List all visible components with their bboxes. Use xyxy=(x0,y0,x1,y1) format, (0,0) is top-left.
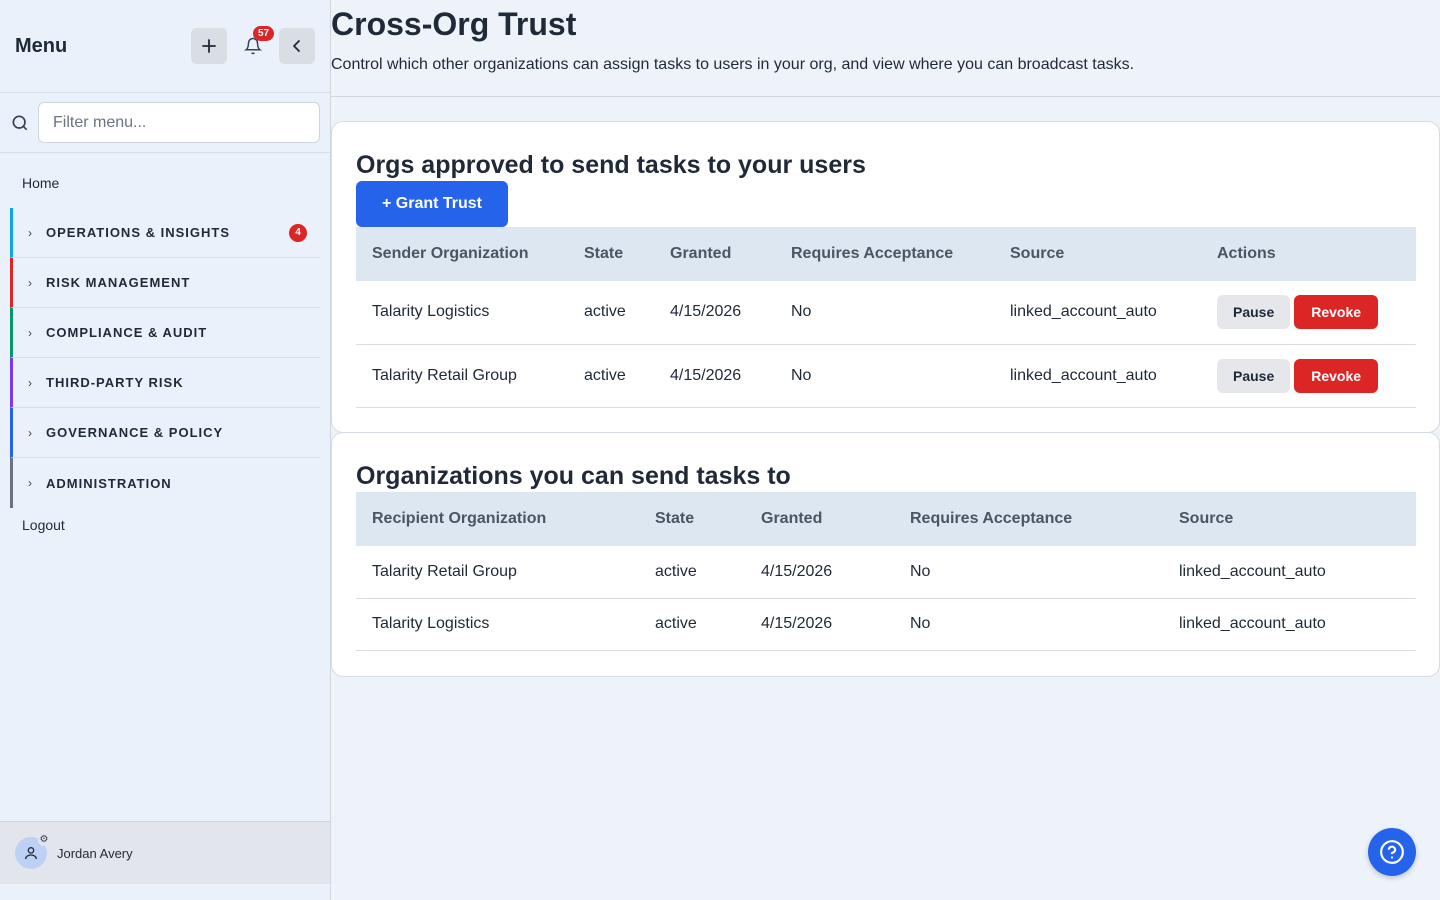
revoke-button[interactable]: Revoke xyxy=(1294,358,1379,393)
nav-section-label: ADMINISTRATION xyxy=(46,475,172,491)
column-header: Source xyxy=(1179,510,1234,527)
filter-menu-input[interactable] xyxy=(38,102,320,143)
nav-section-compliance-audit[interactable]: › COMPLIANCE & AUDIT xyxy=(10,308,320,358)
outbound-trust-title: Organizations you can send tasks to xyxy=(356,462,791,490)
main-content: Cross-Org Trust Control which other orga… xyxy=(331,0,1440,900)
granted-cell: 4/15/2026 xyxy=(654,344,775,408)
column-header: Sender Organization xyxy=(372,245,529,262)
nav-home[interactable]: Home xyxy=(0,153,330,208)
column-header: Granted xyxy=(761,510,823,527)
user-icon xyxy=(25,847,37,860)
actions-cell: Pause Revoke xyxy=(1201,281,1416,345)
granted-cell: 4/15/2026 xyxy=(745,598,894,651)
gear-icon: ⚙ xyxy=(38,834,50,846)
chevron-right-icon: › xyxy=(28,225,32,240)
pause-button[interactable]: Pause xyxy=(1217,295,1291,330)
chevron-right-icon: › xyxy=(28,425,32,440)
column-header: Requires Acceptance xyxy=(791,245,954,262)
notification-count-badge: 57 xyxy=(253,26,275,41)
recipient-org-cell: Talarity Logistics xyxy=(356,598,639,651)
nav-section-count-badge: 4 xyxy=(289,223,307,242)
requires-acceptance-cell: No xyxy=(775,281,994,345)
nav-section-label: RISK MANAGEMENT xyxy=(46,275,191,290)
table-row: Talarity Retail Group active 4/15/2026 N… xyxy=(356,546,1416,599)
nav-section-label: COMPLIANCE & AUDIT xyxy=(46,325,208,340)
column-header: State xyxy=(655,510,695,527)
user-profile[interactable]: ⚙ Jordan Avery xyxy=(0,821,330,884)
help-icon xyxy=(1380,840,1404,864)
table-header-row: Sender Organization State Granted Requir… xyxy=(356,227,1416,281)
actions-cell: Pause Revoke xyxy=(1201,344,1416,408)
chevron-right-icon: › xyxy=(28,275,32,290)
collapse-sidebar-button[interactable] xyxy=(279,28,315,64)
requires-acceptance-cell: No xyxy=(894,546,1163,599)
sidebar-title: Menu xyxy=(15,34,68,57)
revoke-button[interactable]: Revoke xyxy=(1294,295,1379,330)
page-title: Cross-Org Trust xyxy=(331,6,577,42)
nav-logout[interactable]: Logout xyxy=(0,514,330,536)
sidebar-actions: 57 xyxy=(191,26,315,64)
chevron-right-icon: › xyxy=(28,476,32,490)
sidebar-header: Menu 57 xyxy=(0,0,330,93)
help-button[interactable] xyxy=(1368,828,1416,876)
nav-section-label: THIRD-PARTY RISK xyxy=(46,375,184,390)
chevron-right-icon: › xyxy=(28,375,32,390)
notifications-button[interactable]: 57 xyxy=(235,26,275,64)
page-subtitle: Control which other organizations can as… xyxy=(331,56,1135,73)
column-header: Recipient Organization xyxy=(372,510,547,527)
recipient-org-cell: Talarity Retail Group xyxy=(356,546,639,599)
grant-trust-button[interactable]: + Grant Trust xyxy=(356,181,508,227)
state-cell: active xyxy=(568,281,654,345)
column-header: State xyxy=(584,245,624,262)
table-row: Talarity Retail Group active 4/15/2026 N… xyxy=(356,344,1416,408)
nav-section-governance-policy[interactable]: › GOVERNANCE & POLICY xyxy=(10,408,320,458)
pause-button[interactable]: Pause xyxy=(1217,358,1291,393)
nav-section-third-party-risk[interactable]: › THIRD-PARTY RISK xyxy=(10,358,320,408)
plus-icon xyxy=(202,39,216,53)
search-icon xyxy=(12,115,28,130)
inbound-trust-card: Orgs approved to send tasks to your user… xyxy=(331,121,1440,433)
sidebar-search xyxy=(0,93,330,153)
granted-cell: 4/15/2026 xyxy=(654,281,775,345)
outbound-trust-card: Organizations you can send tasks to Reci… xyxy=(331,432,1440,677)
sidebar: Menu 57 Filter menu... Home › OPERATIONS… xyxy=(0,0,331,900)
page-header: Cross-Org Trust Control which other orga… xyxy=(331,0,1440,97)
table-header-row: Recipient Organization State Granted Req… xyxy=(356,492,1416,546)
state-cell: active xyxy=(568,344,654,408)
chevron-left-icon xyxy=(293,40,300,52)
column-header: Granted xyxy=(670,245,732,262)
nav-section-label: OPERATIONS & INSIGHTS xyxy=(46,225,230,240)
outbound-trust-table: Recipient Organization State Granted Req… xyxy=(356,492,1416,651)
source-cell: linked_account_auto xyxy=(994,281,1201,345)
nav-section-risk-management[interactable]: › RISK MANAGEMENT xyxy=(10,258,320,308)
source-cell: linked_account_auto xyxy=(994,344,1201,408)
state-cell: active xyxy=(639,598,745,651)
inbound-trust-title: Orgs approved to send tasks to your user… xyxy=(356,151,866,179)
user-name: Jordan Avery xyxy=(57,845,133,861)
nav-section-administration[interactable]: › ADMINISTRATION xyxy=(10,458,320,508)
inbound-trust-table: Sender Organization State Granted Requir… xyxy=(356,227,1416,408)
requires-acceptance-cell: No xyxy=(775,344,994,408)
nav-section-label: GOVERNANCE & POLICY xyxy=(46,425,224,440)
chevron-right-icon: › xyxy=(28,325,32,340)
table-row: Talarity Logistics active 4/15/2026 No l… xyxy=(356,598,1416,651)
column-header: Actions xyxy=(1217,245,1276,262)
granted-cell: 4/15/2026 xyxy=(745,546,894,599)
state-cell: active xyxy=(639,546,745,599)
column-header: Requires Acceptance xyxy=(910,510,1073,527)
source-cell: linked_account_auto xyxy=(1163,598,1416,651)
column-header: Source xyxy=(1010,245,1065,262)
add-button[interactable] xyxy=(191,28,227,64)
nav-section-operations-insights[interactable]: › OPERATIONS & INSIGHTS 4 xyxy=(10,208,320,258)
table-row: Talarity Logistics active 4/15/2026 No l… xyxy=(356,281,1416,345)
avatar: ⚙ xyxy=(15,834,50,869)
sender-org-cell: Talarity Logistics xyxy=(356,281,568,345)
requires-acceptance-cell: No xyxy=(894,598,1163,651)
source-cell: linked_account_auto xyxy=(1163,546,1416,599)
sender-org-cell: Talarity Retail Group xyxy=(356,344,568,408)
